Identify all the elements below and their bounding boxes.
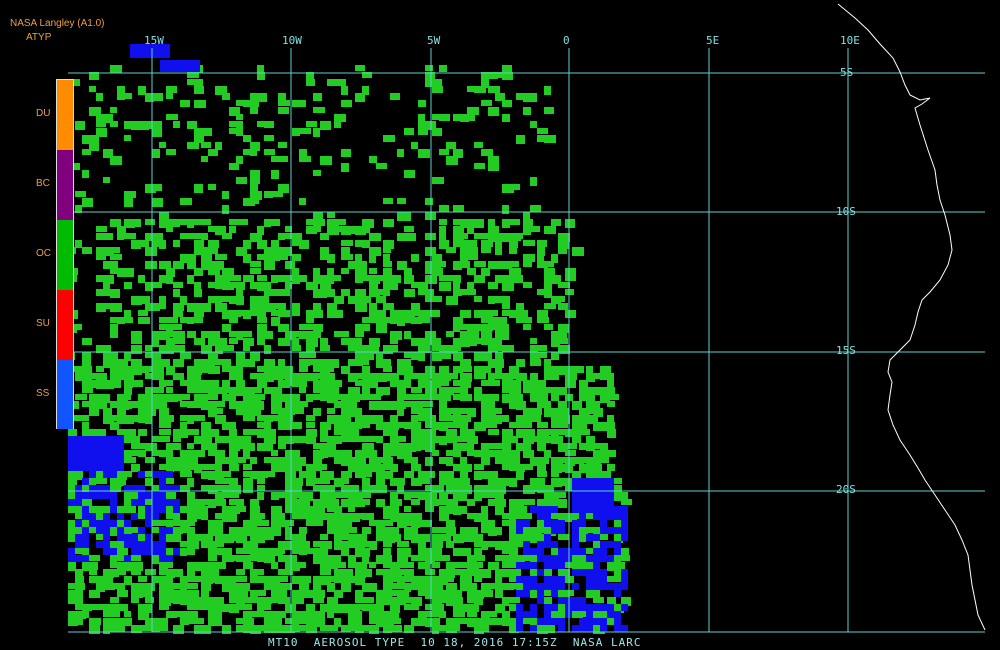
image-caption: MT10 AEROSOL TYPE 10 18, 2016 17:15Z NAS… bbox=[268, 636, 642, 649]
map-canvas bbox=[68, 3, 986, 634]
source-label: NASA Langley (A1.0) bbox=[10, 18, 105, 29]
legend-swatch-su bbox=[57, 290, 73, 360]
lon-label-10e: 10E bbox=[840, 34, 860, 47]
aerosol-type-legend bbox=[56, 79, 74, 429]
lat-label-5s: 5S bbox=[840, 66, 854, 79]
lon-label-5w: 5W bbox=[427, 34, 441, 47]
legend-swatch-ss bbox=[57, 360, 73, 429]
lat-label-15s: 15S bbox=[836, 344, 856, 357]
legend-swatch-bc bbox=[57, 150, 73, 220]
lat-label-10s: 10S bbox=[836, 205, 856, 218]
legend-swatch-oc bbox=[57, 220, 73, 290]
lon-label-0: 0 bbox=[563, 34, 570, 47]
lon-label-10w: 10W bbox=[282, 34, 302, 47]
legend-label-su: SU bbox=[36, 318, 50, 329]
legend-label-oc: OC bbox=[36, 248, 51, 259]
aerosol-pixels bbox=[68, 44, 632, 634]
legend-label-du: DU bbox=[36, 108, 51, 119]
lat-label-20s: 20S bbox=[836, 483, 856, 496]
product-label: ATYP bbox=[26, 32, 52, 43]
legend-swatch-du bbox=[57, 80, 73, 150]
legend-label-bc: BC bbox=[36, 178, 50, 189]
coastline bbox=[837, 3, 986, 631]
lon-label-5e: 5E bbox=[706, 34, 720, 47]
legend-label-ss: SS bbox=[36, 388, 50, 399]
lon-label-15w: 15W bbox=[144, 34, 164, 47]
